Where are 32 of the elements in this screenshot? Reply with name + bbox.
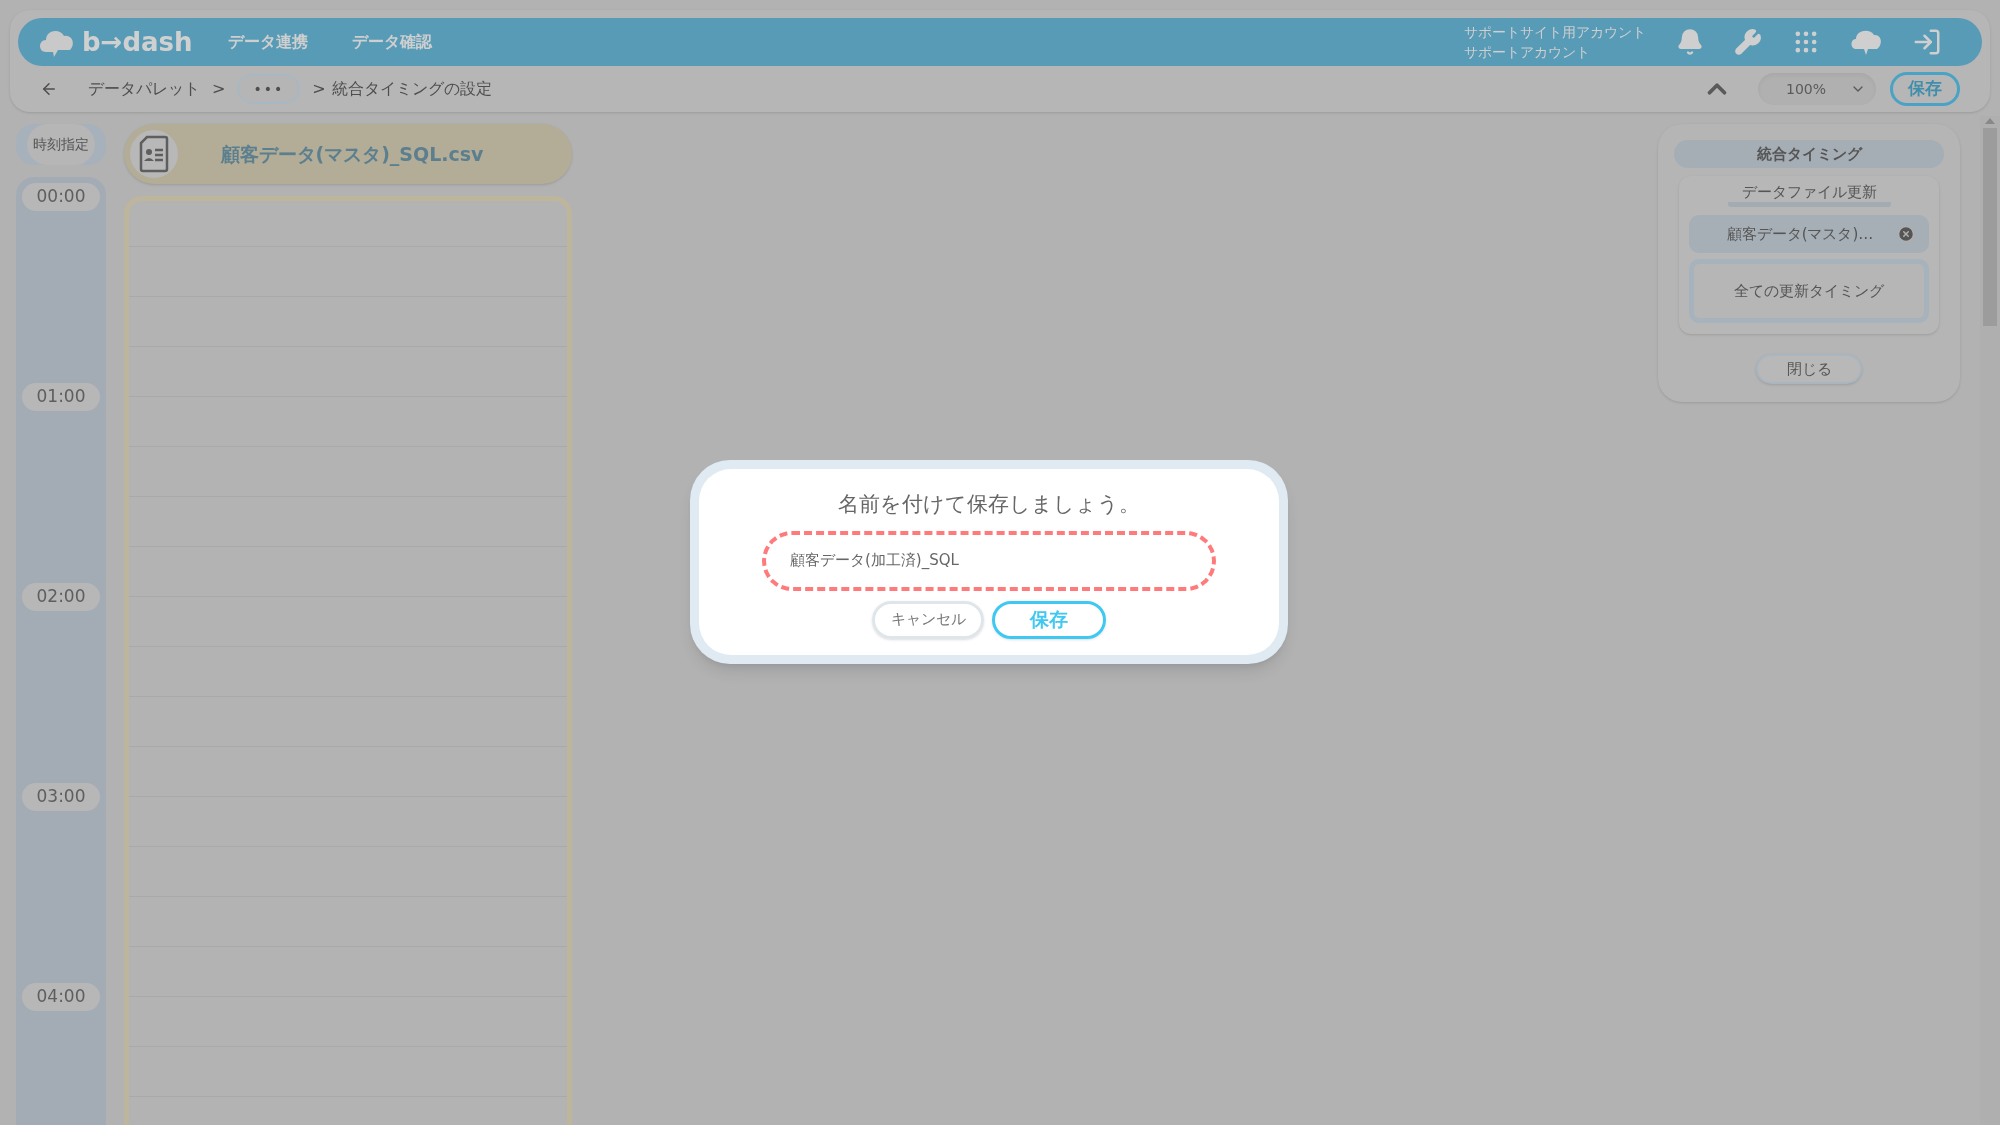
zoom-select[interactable]: 100% <box>1758 73 1876 105</box>
cancel-button[interactable]: キャンセル <box>872 600 984 639</box>
name-input[interactable]: 顧客データ(加工済)_SQL <box>762 530 1216 591</box>
timing-option[interactable]: 全ての更新タイミング <box>1689 259 1929 323</box>
breadcrumb-separator: > <box>212 78 226 100</box>
time-label: 01:00 <box>22 383 100 411</box>
breadcrumb-link[interactable]: データパレット <box>88 77 200 101</box>
breadcrumb-separator: > <box>312 78 326 100</box>
settings-icon[interactable] <box>1734 28 1762 56</box>
close-button[interactable]: 閉じる <box>1756 354 1862 384</box>
section-label: データファイル更新 <box>1727 182 1891 207</box>
file-name: 顧客データ(マスタ)_SQL.csv <box>219 141 485 168</box>
remove-icon[interactable] <box>1897 225 1915 243</box>
chip-label: 顧客データ(マスタ)… <box>1725 223 1875 245</box>
time-label: 00:00 <box>22 183 100 211</box>
breadcrumb-current: 統合タイミングの設定 <box>331 78 492 100</box>
nav-link[interactable]: データ確認 <box>352 30 432 54</box>
time-label: 03:00 <box>22 783 100 811</box>
logo: b→dash <box>82 25 193 59</box>
logout-icon[interactable] <box>1912 27 1942 57</box>
account-name: サポートサイト用アカウント <box>1464 23 1646 42</box>
notification-icon[interactable] <box>1676 28 1704 56</box>
account-name: サポートアカウント <box>1464 43 1591 62</box>
panel-title: 統合タイミング <box>1674 140 1944 168</box>
nav-link[interactable]: データ連携 <box>228 30 308 54</box>
time-label: 02:00 <box>22 583 100 611</box>
dialog-save-button[interactable]: 保存 <box>992 600 1106 639</box>
dialog-title: 名前を付けて保存しましょう。 <box>838 491 1140 518</box>
time-label: 04:00 <box>22 983 100 1011</box>
more-button[interactable]: ••• <box>237 74 301 104</box>
time-header-label: 時刻指定 <box>27 124 95 165</box>
document-list-icon <box>139 135 169 173</box>
